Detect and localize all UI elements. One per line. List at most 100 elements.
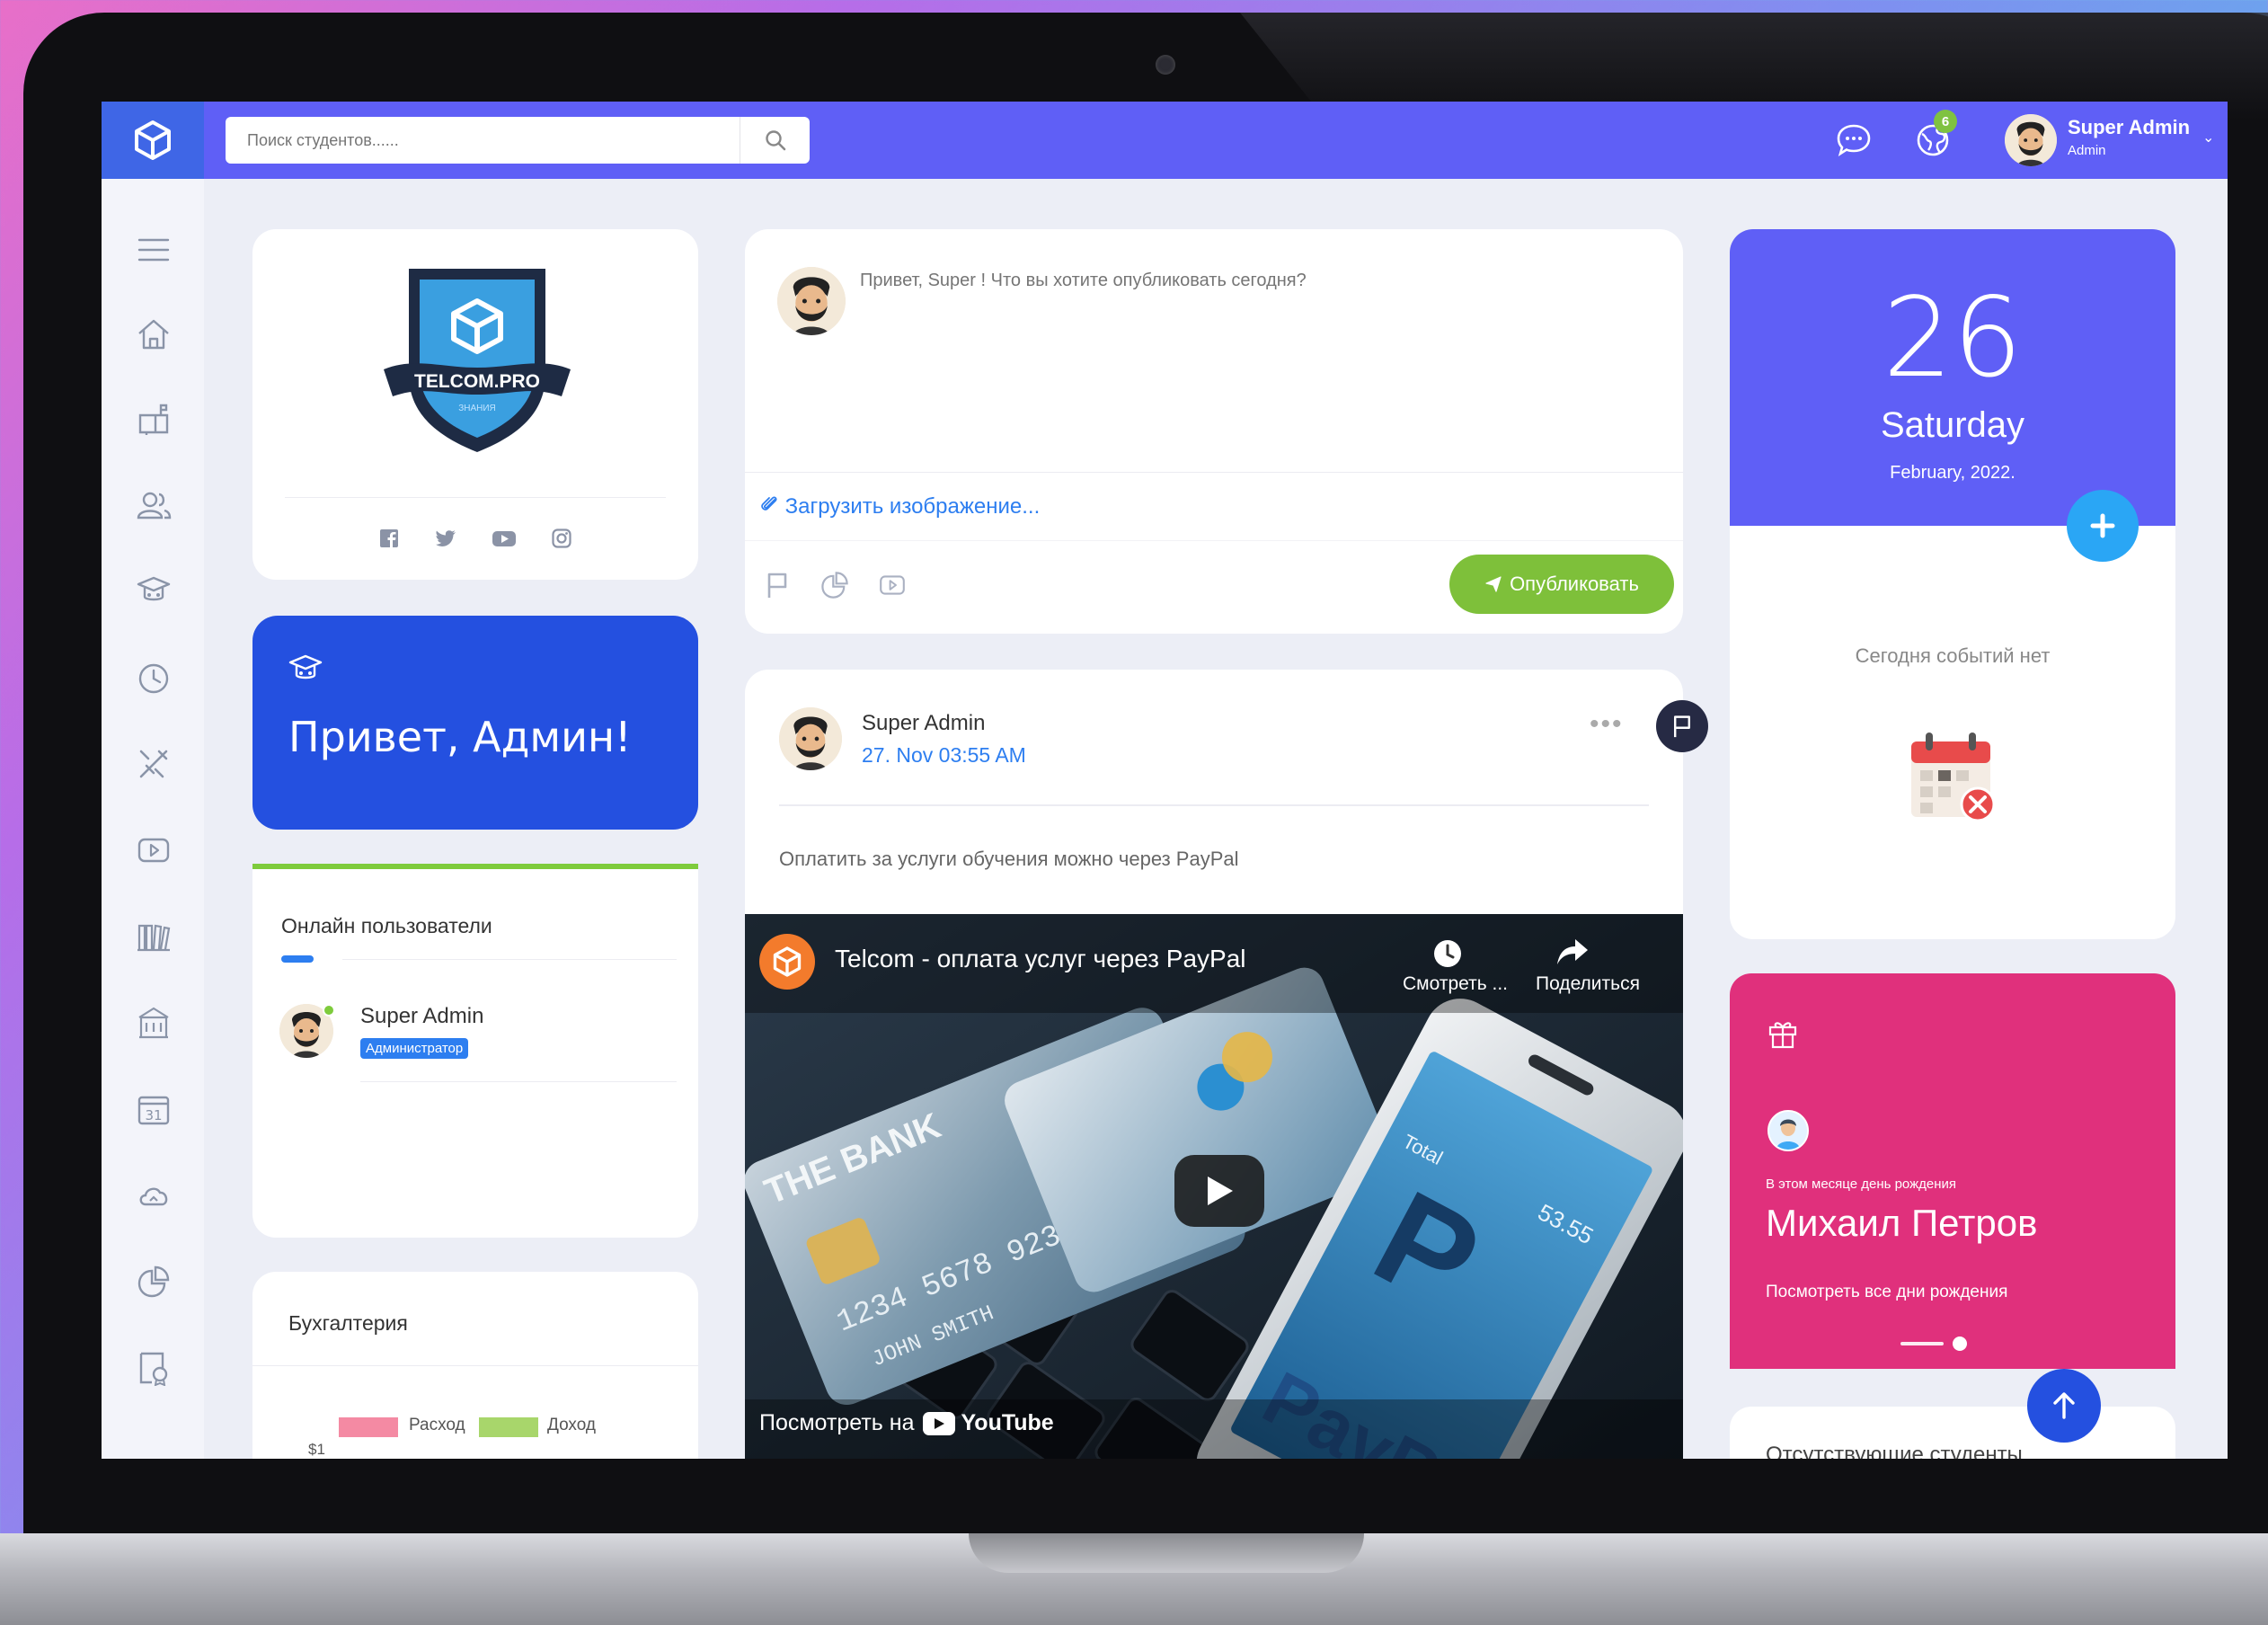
avatar-icon [777,267,846,335]
facebook-icon[interactable] [378,528,400,554]
user-name[interactable]: Super Admin [2068,116,2190,139]
legend-label-expense: Расход [409,1416,465,1434]
avatar-icon [779,707,842,770]
all-birthdays-link[interactable]: Посмотреть все дни рождения [1766,1283,2007,1302]
search-icon [765,130,785,151]
app-logo[interactable] [102,102,204,179]
chat-icon [1837,124,1871,156]
twitter-icon[interactable] [434,528,457,554]
avatar-icon [1769,1112,1807,1150]
notification-badge: 6 [1934,110,1957,133]
arrow-up-icon [2053,1392,2075,1419]
welcome-card: Привет, Админ! [252,616,698,830]
birthday-card: В этом месяце день рождения Михаил Петро… [1730,973,2175,1369]
search-input[interactable] [226,117,738,164]
divider [342,959,677,960]
clock-icon[interactable] [1431,937,1464,970]
poll-button[interactable] [817,567,853,603]
post-composer: Загрузить изображение... Опубликовать [745,229,1683,634]
online-users-card: Онлайн пользователи Super Admin Админист… [252,864,698,1238]
video-icon[interactable] [135,831,173,869]
online-status-dot [323,1004,335,1017]
tools-icon[interactable] [135,745,173,783]
chart-icon[interactable] [135,1263,173,1301]
video-button[interactable] [874,567,910,603]
date-card: 26 Saturday February, 2022. Сегодня собы… [1730,229,2175,939]
laptop-notch [969,1533,1364,1573]
cloud-icon[interactable] [135,1177,173,1214]
absent-students-card: Отсутствующие студенты [1730,1407,2175,1459]
flag-icon [767,573,787,598]
graduation-cap-icon [288,654,323,679]
report-flag-button[interactable] [1656,700,1708,752]
avatar[interactable] [779,707,842,770]
youtube-icon [923,1411,956,1435]
divider [285,497,666,498]
flag-button[interactable] [759,567,795,603]
menu-icon[interactable] [135,231,173,269]
post-author[interactable]: Super Admin [862,711,985,736]
watch-on-youtube[interactable]: Посмотреть на YouTube [759,1410,1054,1436]
publish-label: Опубликовать [1510,573,1639,595]
mailbox-icon[interactable] [135,400,173,438]
role-badge: Администратор [360,1038,469,1059]
welcome-text: Привет, Админ! [288,713,632,761]
users-icon[interactable] [135,486,173,524]
clock-icon[interactable] [135,659,173,697]
chevron-down-icon[interactable]: ⌄ [2202,129,2214,147]
divider [252,1365,698,1366]
carousel-indicator[interactable] [1900,1342,1944,1345]
camera [1156,55,1175,75]
legend-swatch-expense [339,1417,398,1437]
video-title[interactable]: Telcom - оплата услуг через PayPal [835,945,1246,973]
instagram-icon[interactable] [551,528,572,554]
play-button[interactable] [1174,1155,1264,1227]
calendar-icon[interactable]: 31 [135,1090,173,1128]
legend-label-income: Доход [547,1416,596,1434]
video-icon [880,575,905,595]
library-icon[interactable] [135,918,173,955]
absent-students-title: Отсутствующие студенты [1766,1443,2023,1459]
telcom-shield-logo: TELCOM.PRO ЗНАНИЯ [384,269,571,452]
no-events-text: Сегодня событий нет [1855,644,2051,667]
search-button[interactable] [740,117,810,164]
play-icon [1208,1177,1233,1205]
birthday-name[interactable]: Михаил Петров [1766,1202,2037,1245]
channel-logo[interactable] [759,934,815,990]
divider [745,472,1683,473]
embedded-video[interactable]: THE BANK 1234 5678 9234 JOHN SMITH P Pay… [745,914,1683,1459]
more-options-icon[interactable]: ••• [1590,709,1624,740]
gift-icon [1768,1022,1797,1049]
certificate-icon[interactable] [135,1349,173,1387]
online-user-name[interactable]: Super Admin [360,1004,483,1029]
svg-text:31: 31 [145,1107,162,1123]
user-role: Admin [2068,143,2106,158]
graduation-cap-icon[interactable] [135,573,173,610]
divider [360,1081,677,1082]
upload-image-link[interactable]: Загрузить изображение... [759,493,1040,519]
avatar[interactable] [1767,1110,1809,1151]
carousel-indicator-active[interactable] [1953,1336,1967,1351]
legend-swatch-income [479,1417,538,1437]
youtube-icon[interactable] [492,528,517,554]
watch-on-label: Посмотреть на [759,1410,915,1435]
chat-button[interactable] [1833,120,1874,161]
share-button[interactable]: Поделиться [1536,973,1640,995]
post-date[interactable]: 27. Nov 03:55 AM [862,743,1026,768]
divider [745,540,1683,541]
user-avatar[interactable] [2005,114,2057,166]
building-icon[interactable] [135,1004,173,1042]
watch-later-button[interactable]: Смотреть ... [1403,973,1508,995]
chart-icon [821,572,848,599]
share-icon[interactable] [1555,936,1590,968]
add-event-button[interactable] [2067,490,2139,562]
date-month-year: February, 2022. [1890,463,2016,483]
publish-button[interactable]: Опубликовать [1449,555,1674,614]
date-header: 26 Saturday February, 2022. [1730,229,2175,526]
scroll-to-top-button[interactable] [2027,1369,2101,1443]
cube-logo-icon [135,120,171,160]
home-icon[interactable] [135,315,173,353]
cube-logo-icon [773,946,802,977]
post-input[interactable] [860,271,1651,450]
accounting-card: Бухгалтерия Расход Доход $1 [252,1272,698,1459]
